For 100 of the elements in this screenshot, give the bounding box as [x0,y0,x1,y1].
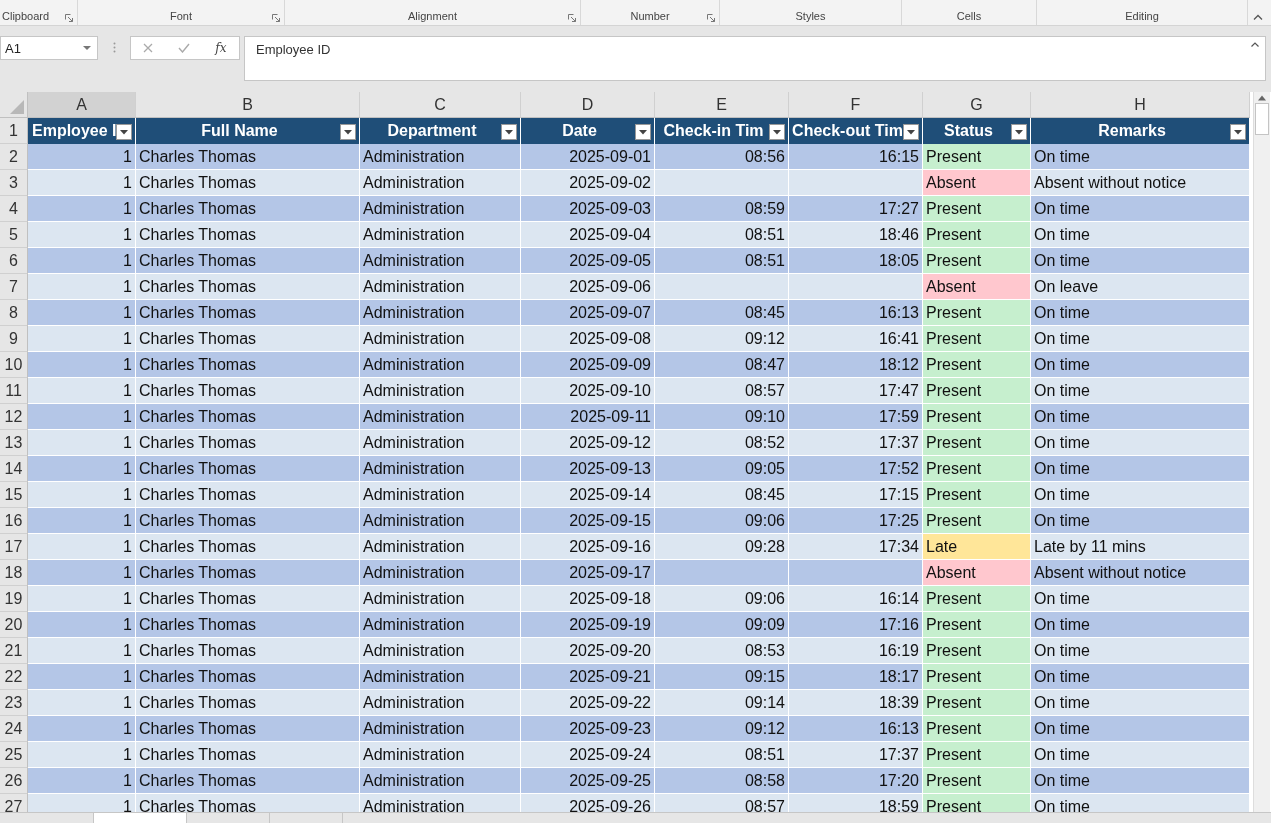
table-cell: Administration [360,144,521,170]
collapse-ribbon-icon[interactable] [1253,14,1263,20]
filter-button[interactable] [340,124,356,140]
row-number[interactable]: 21 [0,638,28,664]
column-header[interactable]: B [136,92,360,118]
table-cell: Administration [360,378,521,404]
table-cell: 1 [28,664,136,690]
table-cell: 1 [28,300,136,326]
column-header[interactable]: E [655,92,789,118]
table-cell: 18:39 [789,690,923,716]
table-cell: 2025-09-21 [521,664,655,690]
filter-button[interactable] [501,124,517,140]
column-header[interactable]: H [1031,92,1250,118]
column-header[interactable]: F [789,92,923,118]
vertical-scrollbar[interactable] [1253,92,1270,812]
row-number[interactable]: 18 [0,560,28,586]
table-cell: 18:12 [789,352,923,378]
row-number[interactable]: 1 [0,118,28,144]
row-number[interactable]: 16 [0,508,28,534]
row-number[interactable]: 17 [0,534,28,560]
table-cell: 08:51 [655,742,789,768]
table-cell: 09:06 [655,508,789,534]
status-cell: Present [923,482,1031,508]
row-number[interactable]: 13 [0,430,28,456]
row-number[interactable]: 10 [0,352,28,378]
caret-icon [120,129,128,135]
row-number[interactable]: 25 [0,742,28,768]
filter-button[interactable] [1230,124,1246,140]
caret-icon [639,129,647,135]
row-number[interactable]: 27 [0,794,28,812]
table-header-cell: Date [521,118,655,144]
row-number[interactable]: 23 [0,690,28,716]
caret-icon [773,129,781,135]
table-cell: On time [1031,794,1250,812]
column-header[interactable]: C [360,92,521,118]
table-cell: Absent without notice [1031,170,1250,196]
row-number[interactable]: 24 [0,716,28,742]
status-cell: Present [923,456,1031,482]
table-cell: Administration [360,482,521,508]
formula-input[interactable]: Employee ID [244,36,1266,81]
table-cell: 08:52 [655,430,789,456]
row-number[interactable]: 14 [0,456,28,482]
row-number[interactable]: 4 [0,196,28,222]
row-number[interactable]: 3 [0,170,28,196]
table-cell: 2025-09-11 [521,404,655,430]
drag-handle-icon[interactable] [112,42,116,53]
table-cell: 08:53 [655,638,789,664]
filter-button[interactable] [903,124,919,140]
expand-caret-icon[interactable] [1251,42,1259,47]
status-cell: Present [923,508,1031,534]
dropdown-caret-icon[interactable] [83,45,91,51]
status-cell: Present [923,430,1031,456]
filter-button[interactable] [116,124,132,140]
row-number[interactable]: 22 [0,664,28,690]
table-cell: On time [1031,586,1250,612]
check-icon[interactable] [178,43,191,53]
table-cell: Administration [360,404,521,430]
column-header[interactable]: D [521,92,655,118]
table-header-cell: Full Name [136,118,360,144]
row-number[interactable]: 2 [0,144,28,170]
table-cell: Charles Thomas [136,326,360,352]
scrollbar-thumb[interactable] [1255,103,1269,135]
status-cell: Present [923,794,1031,812]
row-number[interactable]: 8 [0,300,28,326]
caret-icon [344,129,352,135]
table-cell: Late by 11 mins [1031,534,1250,560]
column-header[interactable]: G [923,92,1031,118]
row-number[interactable]: 20 [0,612,28,638]
table-cell: 08:45 [655,482,789,508]
column-header[interactable]: A [28,92,136,118]
table-cell: 2025-09-23 [521,716,655,742]
insert-function-button[interactable]: fx [215,41,227,55]
filter-button[interactable] [1011,124,1027,140]
row-number[interactable]: 6 [0,248,28,274]
row-number[interactable]: 19 [0,586,28,612]
row-number[interactable]: 5 [0,222,28,248]
table-cell: 17:34 [789,534,923,560]
scroll-up-icon[interactable] [1258,95,1266,101]
filter-button[interactable] [635,124,651,140]
table-cell: On time [1031,144,1250,170]
table-cell: 2025-09-09 [521,352,655,378]
row-number[interactable]: 12 [0,404,28,430]
row-number[interactable]: 11 [0,378,28,404]
table-cell: 2025-09-06 [521,274,655,300]
filter-button[interactable] [769,124,785,140]
row-number[interactable]: 26 [0,768,28,794]
cancel-icon[interactable] [143,43,154,53]
row-number[interactable]: 15 [0,482,28,508]
dialog-launcher-icon[interactable] [65,14,73,22]
table-cell: 08:59 [655,196,789,222]
table-cell: 2025-09-03 [521,196,655,222]
row-number[interactable]: 9 [0,326,28,352]
row-number[interactable]: 7 [0,274,28,300]
dialog-launcher-icon[interactable] [272,14,280,22]
dialog-launcher-icon[interactable] [707,14,715,22]
dialog-launcher-icon[interactable] [568,14,576,22]
table-cell: 16:41 [789,326,923,352]
table-cell: On time [1031,222,1250,248]
name-box[interactable]: A1 [0,36,98,60]
table-cell: Administration [360,690,521,716]
